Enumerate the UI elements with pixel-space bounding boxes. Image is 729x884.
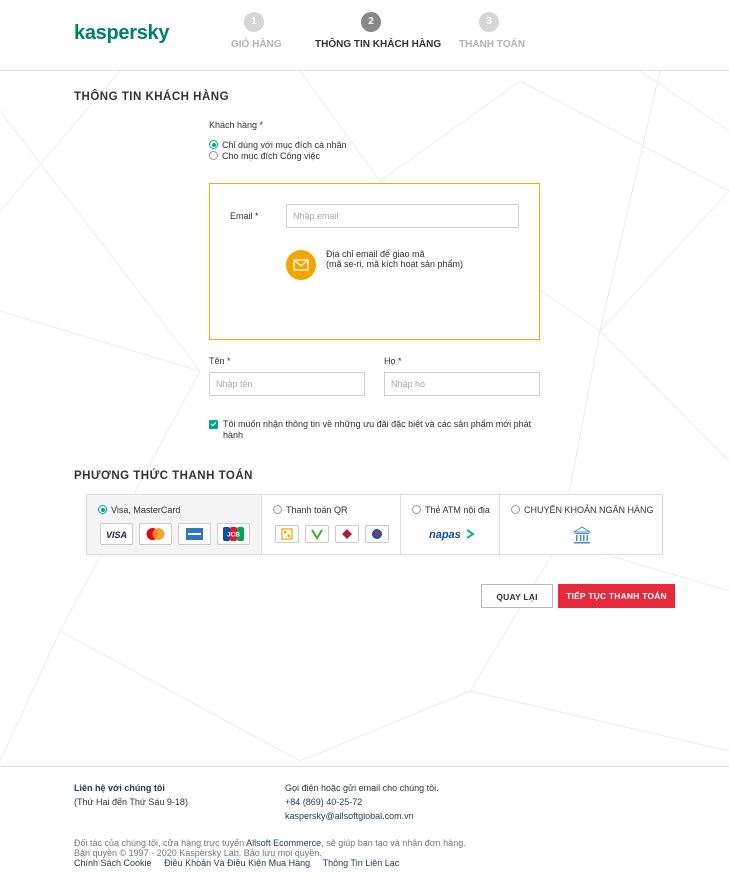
step-label: THÔNG TIN KHÁCH HÀNG [315,39,442,50]
payment-methods: Visa, MasterCard VISA JCB Thanh toán QR [86,494,663,555]
jcb-icon: JCB [217,523,250,545]
radio-unchecked-icon[interactable] [273,505,282,514]
footer-links: Chính Sách Cookie Điều Khoản Và Điều Kiệ… [74,858,399,868]
radio-personal[interactable]: Chỉ dùng với mục đích cá nhân [209,140,346,150]
payment-option-card[interactable]: Visa, MasterCard VISA JCB [87,495,262,554]
call-text: Gọi điện hoặc gửi email cho chúng tôi. [285,783,439,793]
consent-text: Tôi muốn nhận thông tin về những ưu đãi … [223,419,532,440]
radio-label: Cho mục đích Công việc [222,151,321,161]
qr-icon [275,525,299,543]
footer: Liên hệ với chúng tôi (Thứ Hai đến Thứ S… [0,766,729,884]
vietinbank-icon [365,525,389,543]
email-note-line1: Địa chỉ email để giao mã [326,249,425,259]
partner-text: Đối tác của chúng tôi, cửa hàng trực tuy… [74,838,466,848]
email-link[interactable]: kaspersky@allsoftglobal.com.vn [285,811,414,821]
step-customer-info: 2 THÔNG TIN KHÁCH HÀNG [315,12,442,50]
radio-business[interactable]: Cho mục đích Công việc [209,151,320,161]
radio-label: Chỉ dùng với mục đích cá nhân [222,140,347,150]
radio-unchecked-icon[interactable] [209,151,218,160]
step-label: GIỎ HÀNG [231,39,282,50]
step-payment: 3 THANH TOÁN [459,12,525,50]
svg-text:napas: napas [429,529,461,541]
cookie-policy-link[interactable]: Chính Sách Cookie [74,858,152,868]
payment-option-qr[interactable]: Thanh toán QR [262,495,401,554]
step-number: 3 [479,12,499,32]
header: kaspersky 1 GIỎ HÀNG 2 THÔNG TIN KHÁCH H… [0,0,729,71]
bank-icon [572,525,592,547]
mail-icon [286,250,316,280]
copyright: Bản quyền © 1997 - 2020 Kaspersky Lab. B… [74,848,322,858]
step-number: 2 [361,12,381,32]
svg-text:JCB: JCB [227,532,240,539]
consent-checkbox[interactable] [209,420,218,429]
first-name-input[interactable]: Nhập tên [209,372,365,396]
last-name-label: Họ * [384,356,402,366]
partner-link[interactable]: Allsoft Ecommerce [246,838,321,848]
radio-unchecked-icon[interactable] [412,505,421,514]
contact-info-link[interactable]: Thông Tin Liên Lạc [323,858,400,868]
payment-title: PHƯƠNG THỨC THANH TOÁN [74,470,253,482]
payment-option-label: Visa, MasterCard [98,505,180,515]
contact-title: Liên hệ với chúng tôi [74,783,165,793]
vietcombank-icon [305,525,329,543]
payment-option-label: CHUYỂN KHOẢN NGÂN HÀNG [511,505,654,515]
kaspersky-logo[interactable]: kaspersky [74,22,169,45]
payment-option-label: Thẻ ATM nội địa [412,505,490,515]
back-button[interactable]: QUAY LẠI [481,584,553,608]
svg-text:VISA: VISA [106,530,127,540]
napas-logo: napas [429,527,475,543]
contact-hours: (Thứ Hai đến Thứ Sáu 9-18) [74,797,188,807]
payment-option-bank-transfer[interactable]: CHUYỂN KHOẢN NGÂN HÀNG [500,495,662,554]
step-cart[interactable]: 1 GIỎ HÀNG [231,12,282,50]
email-note: Địa chỉ email để giao mã (mã se-ri, mã k… [326,249,463,269]
phone-link[interactable]: +84 (869) 40-25-72 [285,797,362,807]
last-name-input[interactable]: Nhập họ [384,372,540,396]
radio-checked-icon[interactable] [209,140,218,149]
continue-payment-button[interactable]: TIẾP TỤC THANH TOÁN [558,584,675,608]
email-label: Email * [230,211,259,221]
step-label: THANH TOÁN [459,39,525,50]
agribank-icon [335,525,359,543]
email-note-line2: (mã se-ri, mã kích hoạt sản phẩm) [326,259,464,269]
radio-checked-icon[interactable] [98,505,107,514]
payment-option-atm[interactable]: Thẻ ATM nội địa napas [401,495,500,554]
mastercard-icon [139,523,172,545]
customer-info-title: THÔNG TIN KHÁCH HÀNG [74,91,230,103]
step-number: 1 [244,12,264,32]
visa-icon: VISA [100,523,133,545]
email-input[interactable]: Nhập email [286,204,519,228]
terms-link[interactable]: Điều Khoản Và Điều Kiện Mua Hàng [164,858,310,868]
radio-unchecked-icon[interactable] [511,505,520,514]
payment-option-label: Thanh toán QR [273,505,348,515]
customer-type-label: Khách hàng * [209,120,264,130]
first-name-label: Tên * [209,356,231,366]
amex-icon [178,523,211,545]
